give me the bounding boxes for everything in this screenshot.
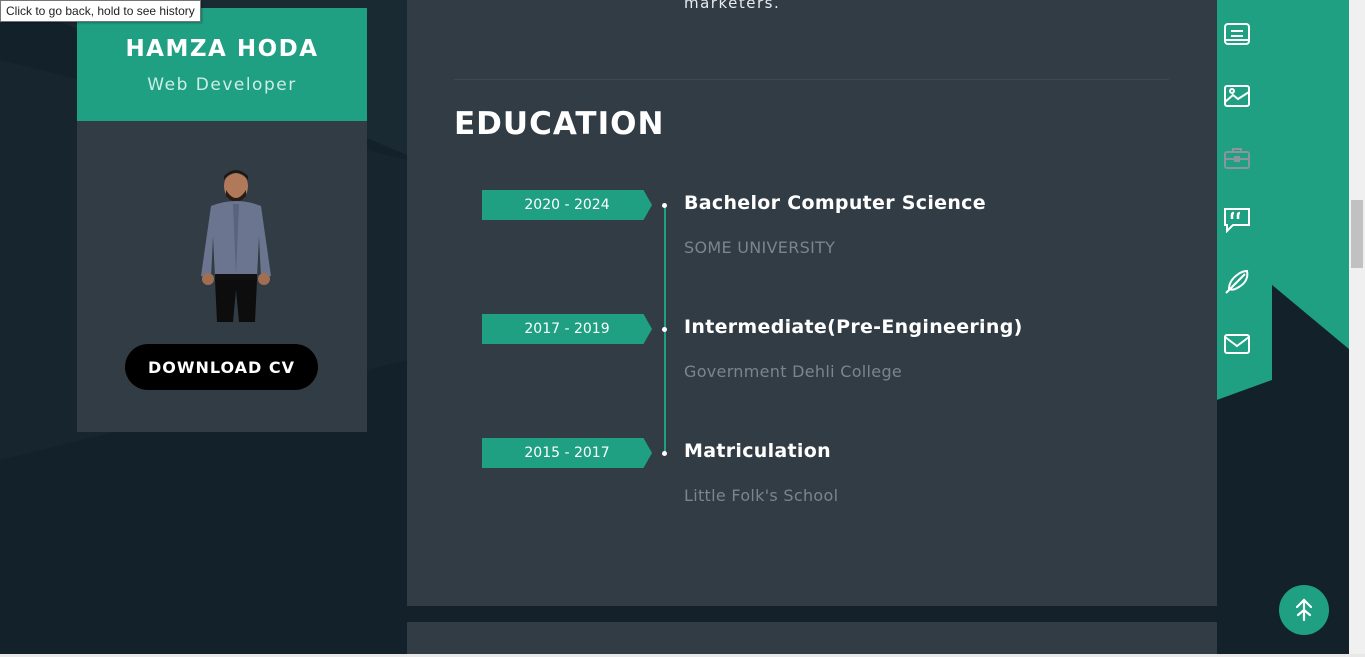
- education-item: 2020 - 2024 Bachelor Computer Science SO…: [407, 190, 1217, 270]
- education-date: 2020 - 2024: [482, 190, 652, 220]
- nav-contact[interactable]: [1219, 326, 1255, 362]
- profile-header: HAMZA HODA Web Developer: [77, 8, 367, 121]
- scroll-to-top-button[interactable]: [1279, 585, 1329, 635]
- arrow-up-icon: [1295, 598, 1313, 622]
- section-divider: [454, 79, 1169, 80]
- education-item: 2015 - 2017 Matriculation Little Folk's …: [407, 438, 1217, 518]
- education-school: Little Folk's School: [684, 486, 839, 505]
- education-degree: Intermediate(Pre-Engineering): [684, 316, 1023, 338]
- testimonial-icon: [1224, 208, 1250, 233]
- resume-panel: marketers. EDUCATION 2020 - 2024 Bachelo…: [407, 0, 1217, 606]
- education-degree: Bachelor Computer Science: [684, 192, 986, 214]
- profile-card: HAMZA HODA Web Developer DOWNLOAD CV: [77, 8, 367, 432]
- profile-role: Web Developer: [147, 75, 297, 95]
- next-section-panel: [407, 622, 1217, 657]
- nav-testimonials[interactable]: [1219, 202, 1255, 238]
- profile-photo: [201, 170, 271, 322]
- vertical-scrollbar[interactable]: [1349, 0, 1365, 657]
- briefcase-icon: [1224, 148, 1250, 169]
- education-degree: Matriculation: [684, 440, 831, 462]
- education-date: 2015 - 2017: [482, 438, 652, 468]
- education-heading: EDUCATION: [454, 106, 665, 142]
- blog-feather-icon: [1225, 269, 1249, 294]
- nav-experience[interactable]: [1219, 140, 1255, 176]
- timeline-dot: [662, 203, 667, 208]
- resume-icon: [1224, 23, 1250, 45]
- portfolio-icon: [1224, 85, 1250, 107]
- mail-icon: [1224, 334, 1250, 354]
- education-school: SOME UNIVERSITY: [684, 238, 836, 257]
- timeline-dot: [662, 327, 667, 332]
- page: Click to go back, hold to see history HA…: [0, 0, 1365, 657]
- education-date: 2017 - 2019: [482, 314, 652, 344]
- previous-section-text: marketers.: [684, 0, 781, 12]
- section-nav: [1204, 0, 1272, 385]
- back-button-tooltip: Click to go back, hold to see history: [0, 0, 201, 22]
- scrollbar-thumb[interactable]: [1351, 200, 1363, 268]
- nav-portfolio[interactable]: [1219, 78, 1255, 114]
- nav-resume[interactable]: [1219, 16, 1255, 52]
- nav-blog[interactable]: [1219, 264, 1255, 300]
- education-school: Government Dehli College: [684, 362, 903, 381]
- timeline-dot: [662, 451, 667, 456]
- education-item: 2017 - 2019 Intermediate(Pre-Engineering…: [407, 314, 1217, 394]
- download-cv-button[interactable]: DOWNLOAD CV: [125, 344, 318, 390]
